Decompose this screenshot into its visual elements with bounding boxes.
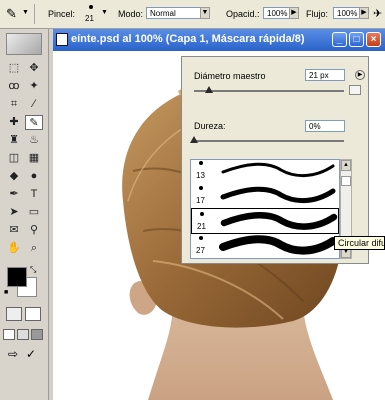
magic-wand-icon[interactable]: ✦ — [25, 79, 43, 94]
document-titlebar[interactable]: eínte.psd al 100% (Capa 1, Máscara rápid… — [53, 29, 385, 51]
brush-stroke-preview — [220, 186, 336, 203]
brush-size-text: 21 — [85, 14, 94, 23]
notes-icon[interactable]: ✉ — [5, 223, 23, 238]
brush-tip-dot — [199, 186, 203, 190]
brush-tip-dot — [200, 212, 204, 216]
standard-mode-button[interactable] — [6, 307, 22, 321]
master-diameter-input[interactable]: 21 px — [305, 69, 345, 81]
brush-tip-dot — [199, 236, 203, 240]
brush-label: Pincel: — [48, 9, 76, 19]
hand-icon[interactable]: ✋ — [5, 241, 23, 256]
brush-size-label: 21 — [197, 222, 206, 231]
screen-mode-standard-button[interactable] — [3, 329, 15, 340]
brush-preset-picker: Diámetro maestro 21 px ▶ Dureza: 0% 13 17… — [181, 56, 369, 264]
panel-menu-arrow-icon[interactable]: ▶ — [355, 70, 365, 80]
check-icon[interactable]: ✓ — [26, 347, 36, 361]
marquee-icon[interactable]: ⬚ — [5, 61, 23, 76]
pen-icon[interactable]: ✒ — [5, 187, 23, 202]
history-brush-icon[interactable]: ♨ — [25, 133, 43, 148]
master-diameter-slider-track[interactable] — [194, 90, 344, 92]
flow-label: Flujo: — [306, 9, 329, 19]
mode-select[interactable]: Normal — [146, 7, 208, 19]
mode-label: Modo: — [118, 9, 144, 19]
healing-brush-icon[interactable]: ✚ — [5, 115, 23, 130]
slice-icon[interactable]: ∕ — [25, 97, 43, 112]
hardness-slider-track[interactable] — [194, 140, 344, 142]
brush-picker-arrow-icon[interactable]: ▼ — [101, 9, 108, 16]
flow-slider-arrow-icon[interactable]: ▶ — [359, 7, 369, 19]
brush-picker-button[interactable]: 21 — [83, 3, 99, 25]
brush-size-label: 27 — [196, 246, 205, 255]
screen-mode-full-button[interactable] — [31, 329, 43, 340]
move-icon[interactable]: ✥ — [25, 61, 43, 76]
type-icon[interactable]: T — [25, 187, 43, 202]
brush-icon[interactable]: ✎ — [25, 115, 43, 130]
maximize-icon[interactable]: □ — [349, 32, 364, 47]
options-bar: ✎ ▼ Pincel: 21 ▼ Modo: Normal ▼ Opacid.:… — [0, 0, 385, 29]
scroll-thumb[interactable] — [341, 176, 351, 186]
brush-preset-row[interactable]: 13 — [191, 160, 339, 184]
brush-tip-dot — [199, 161, 203, 165]
crop-icon[interactable]: ⌗ — [5, 97, 23, 112]
path-selection-icon[interactable]: ➤ — [5, 205, 23, 220]
brush-preview-dot — [89, 5, 93, 9]
brush-size-label: 17 — [196, 196, 205, 205]
brush-stroke-path — [220, 212, 338, 230]
opacity-slider-arrow-icon[interactable]: ▶ — [289, 7, 299, 19]
opacity-label: Opacid.: — [226, 9, 260, 19]
scroll-up-arrow-icon[interactable]: ▲ — [341, 160, 351, 171]
eyedropper-icon[interactable]: ⚲ — [25, 223, 43, 238]
brush-tooltip: Circular difuso — [334, 236, 385, 250]
brush-stroke-path — [219, 235, 337, 255]
master-diameter-slider-knob[interactable] — [205, 86, 213, 93]
brush-stroke-path — [220, 186, 336, 203]
blur-icon[interactable]: ◆ — [5, 169, 23, 184]
toolbox: ⬚ ✥ ꝏ ✦ ⌗ ∕ ✚ ✎ ♜ ♨ ◫ ▦ ◆ ● ✒ T ➤ ▭ ✉ ⚲ ✋ ⌕ ⤡ ■ ⇨ ✓ — [0, 29, 49, 400]
brush-preset-list: 13 17 21 27 — [190, 159, 340, 259]
default-colors-icon[interactable]: ■ — [4, 289, 8, 296]
eraser-icon[interactable]: ◫ — [5, 151, 23, 166]
hardness-label: Dureza: — [194, 121, 226, 131]
brush-tool-icon[interactable]: ✎ — [6, 6, 17, 22]
hardness-input[interactable]: 0% — [305, 120, 345, 132]
shape-icon[interactable]: ▭ — [25, 205, 43, 220]
tool-preset-dropdown-icon[interactable]: ▼ — [22, 9, 29, 16]
brush-stroke-preview — [221, 162, 335, 177]
quick-mask-mode-button[interactable] — [25, 307, 41, 321]
screen-mode-full-menu-button[interactable] — [17, 329, 29, 340]
clone-stamp-icon[interactable]: ♜ — [5, 133, 23, 148]
brush-preset-row[interactable]: 27 — [191, 233, 339, 258]
mode-dropdown-arrow-icon[interactable]: ▼ — [200, 7, 210, 19]
sample-size-button[interactable] — [349, 85, 361, 95]
minimize-icon[interactable]: _ — [332, 32, 347, 47]
hardness-slider-knob[interactable] — [190, 136, 198, 143]
close-icon[interactable]: × — [366, 32, 381, 47]
master-diameter-label: Diámetro maestro — [194, 71, 266, 81]
jump-to-imageready-icon[interactable]: ⇨ — [8, 347, 18, 361]
lasso-icon[interactable]: ꝏ — [5, 79, 23, 94]
document-title: eínte.psd al 100% (Capa 1, Máscara rápid… — [71, 33, 305, 45]
brush-preset-row[interactable]: 21 — [191, 208, 339, 234]
brush-size-label: 13 — [196, 171, 205, 180]
zoom-icon[interactable]: ⌕ — [25, 241, 43, 256]
adobe-online-logo-icon[interactable] — [6, 33, 42, 55]
foreground-color-swatch[interactable] — [7, 267, 27, 287]
brush-stroke-path — [221, 162, 335, 177]
dodge-icon[interactable]: ● — [25, 169, 43, 184]
brush-preset-row[interactable]: 17 — [191, 183, 339, 209]
airbrush-icon[interactable]: ✈ — [373, 7, 382, 20]
gradient-icon[interactable]: ▦ — [25, 151, 43, 166]
brush-stroke-preview — [219, 235, 337, 255]
document-icon — [56, 33, 68, 46]
swap-colors-icon[interactable]: ⤡ — [30, 265, 36, 275]
brush-stroke-preview — [220, 212, 338, 230]
